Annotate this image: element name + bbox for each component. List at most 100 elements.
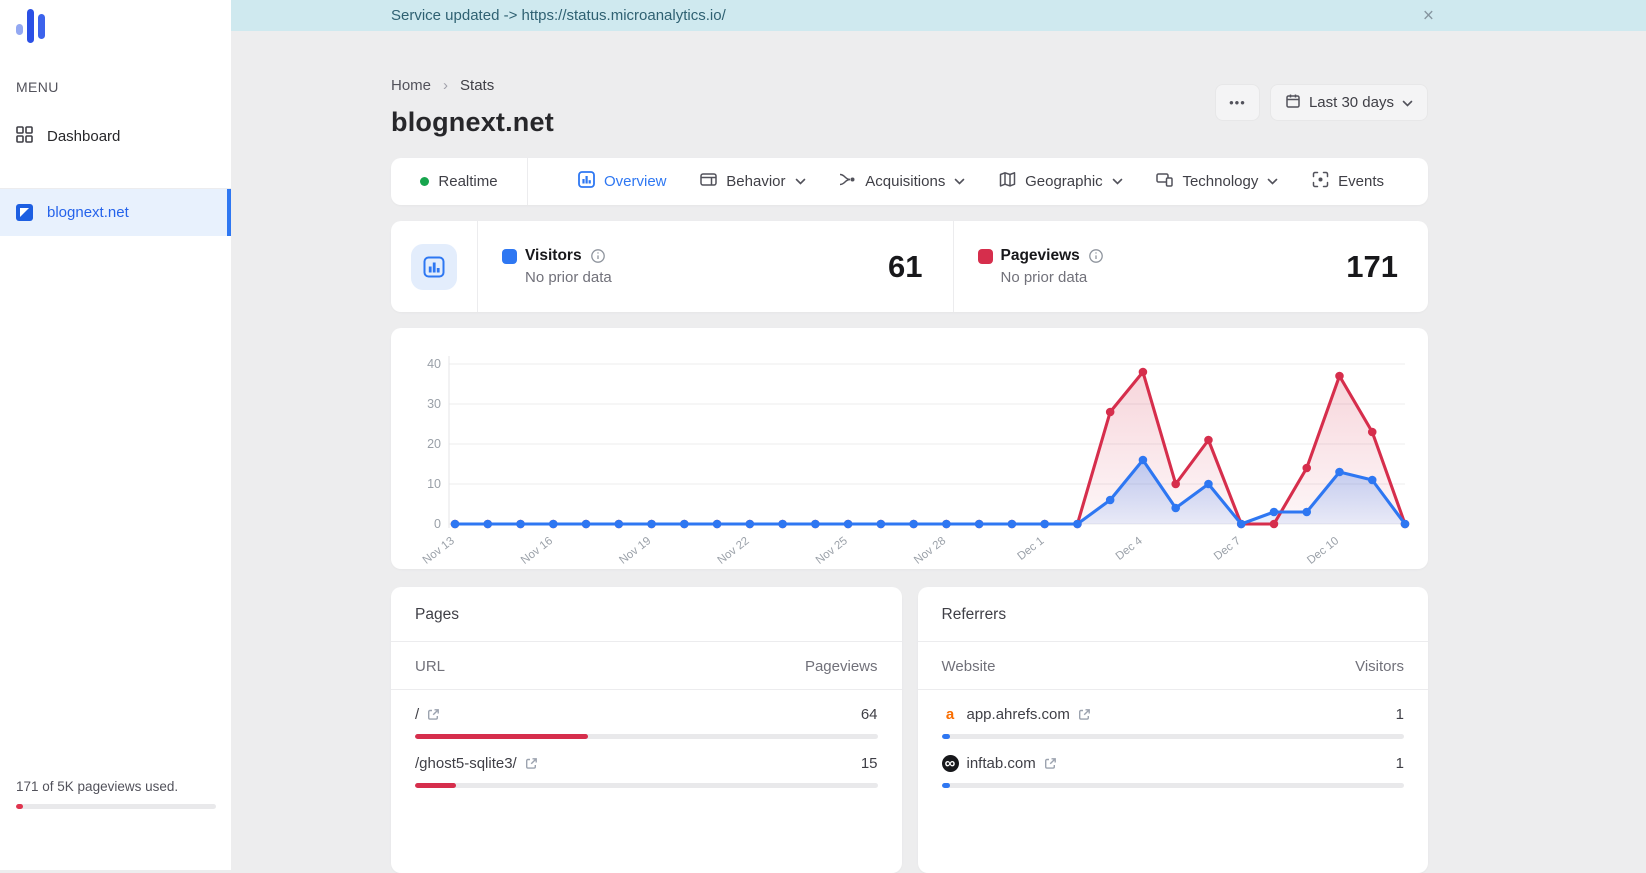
referrer-link[interactable]: app.ahrefs.com [967,706,1070,723]
sidebar-item-dashboard[interactable]: Dashboard [0,116,231,156]
stats-icon-cell [391,221,477,312]
detail-tables: Pages URL Pageviews / 64 /ghost5-sqlite3… [391,587,1428,873]
referrer-visitors-value: 1 [1396,706,1404,723]
acquisitions-branch-icon [839,171,856,192]
notification-banner: Service updated -> https://status.microa… [231,0,1646,31]
breadcrumb-separator-icon: › [443,77,448,94]
svg-text:Nov 22: Nov 22 [716,535,752,564]
svg-text:Dec 1: Dec 1 [1015,535,1046,563]
breadcrumb-home[interactable]: Home [391,77,431,94]
chevron-down-icon [1112,178,1123,185]
svg-text:Nov 13: Nov 13 [421,535,457,564]
events-scan-icon [1312,171,1329,192]
svg-text:Nov 25: Nov 25 [814,535,850,564]
tab-realtime[interactable]: Realtime [391,158,528,205]
sidebar-item-blognext[interactable]: blognext.net [0,189,231,236]
table-row: /ghost5-sqlite3/ 15 [391,739,902,788]
visitors-value: 61 [888,249,922,285]
pageviews-value: 171 [1346,249,1398,285]
traffic-line-chart[interactable]: 0 10 20 30 40 Nov 13 Nov 16 Nov 19 Nov 22 Nov 25 N… [403,342,1418,569]
chevron-down-icon [795,178,806,185]
visitors-label: Visitors [525,247,582,265]
page-pageviews-value: 64 [861,706,878,723]
sidebar-item-label: blognext.net [47,204,129,221]
table-row: ∞ inftab.com 1 [918,739,1429,788]
svg-text:Dec 7: Dec 7 [1212,535,1243,563]
external-link-icon [1044,757,1057,770]
technology-devices-icon [1156,171,1173,192]
pageviews-swatch [978,249,993,264]
external-link-icon [1078,708,1091,721]
behavior-window-icon [700,171,717,192]
sidebar-menu-label: MENU [16,79,59,95]
sidebar-item-label: Dashboard [47,128,120,145]
referrer-link[interactable]: inftab.com [967,755,1036,772]
svg-text:0: 0 [434,517,441,531]
referrer-bar-fill [942,783,950,788]
pageviews-stat: Pageviews No prior data 171 [954,221,1429,312]
banner-message: Service updated -> https://status.microa… [391,0,726,31]
pages-col-url: URL [415,658,445,675]
tab-acquisitions[interactable]: Acquisitions [839,171,965,192]
svg-text:10: 10 [427,477,441,491]
pages-card: Pages URL Pageviews / 64 /ghost5-sqlite3… [391,587,902,873]
visitors-swatch [502,249,517,264]
overview-chart-icon [578,171,595,192]
tab-events[interactable]: Events [1312,171,1384,192]
svg-text:Dec 10: Dec 10 [1305,535,1341,564]
page-bar-fill [415,783,456,788]
page-url-link[interactable]: /ghost5-sqlite3/ [415,755,517,772]
main-content: Home › Stats blognext.net ••• Last 30 da… [391,31,1428,873]
svg-text:Dec 4: Dec 4 [1114,535,1146,563]
svg-text:Nov 28: Nov 28 [912,535,948,564]
toolbar: ••• Last 30 days [1215,84,1428,121]
info-icon[interactable] [1088,248,1104,264]
pages-col-pageviews: Pageviews [805,658,878,675]
tab-technology[interactable]: Technology [1156,171,1278,192]
pages-title: Pages [391,587,902,642]
visitors-note: No prior data [525,269,612,286]
tabs-bar: Realtime Overview Behavior Acquisit [391,158,1428,205]
info-icon[interactable] [590,248,606,264]
usage-text: 171 of 5K pageviews used. [16,779,216,794]
banner-close-icon[interactable]: × [1423,6,1434,25]
referrer-bar-track [942,783,1405,788]
page-url-link[interactable]: / [415,706,419,723]
date-range-button[interactable]: Last 30 days [1270,84,1428,121]
calendar-icon [1285,93,1301,113]
svg-text:Nov 19: Nov 19 [617,535,653,564]
svg-text:30: 30 [427,397,441,411]
chevron-down-icon [1267,178,1278,185]
ahrefs-favicon-icon: a [942,706,959,723]
chevron-down-icon [954,178,965,185]
realtime-dot-icon [420,177,429,186]
referrers-col-visitors: Visitors [1355,658,1404,675]
table-row: / 64 [391,690,902,739]
pageviews-label: Pageviews [1001,247,1080,265]
date-range-label: Last 30 days [1309,94,1394,111]
tab-geographic[interactable]: Geographic [999,171,1123,192]
bar-chart-icon [411,244,457,290]
more-options-button[interactable]: ••• [1215,84,1260,121]
svg-text:20: 20 [427,437,441,451]
usage-progress-track [16,804,216,809]
tab-overview[interactable]: Overview [578,171,667,192]
svg-text:Nov 16: Nov 16 [519,535,555,564]
referrers-title: Referrers [918,587,1429,642]
svg-text:40: 40 [427,357,441,371]
external-link-icon [427,708,440,721]
sidebar: MENU Dashboard blognext.net 171 of 5K pa… [0,0,231,870]
inftab-favicon-icon: ∞ [942,755,959,772]
traffic-chart-card: 0 10 20 30 40 Nov 13 Nov 16 Nov 19 Nov 22 Nov 25 N… [391,328,1428,569]
referrers-col-website: Website [942,658,996,675]
referrers-card: Referrers Website Visitors a app.ahrefs.… [918,587,1429,873]
geographic-map-icon [999,171,1016,192]
tab-behavior[interactable]: Behavior [700,171,805,192]
stats-summary-card: Visitors No prior data 61 Pageviews No p… [391,221,1428,312]
usage-progress-fill [16,804,23,809]
table-row: a app.ahrefs.com 1 [918,690,1429,739]
usage-meter: 171 of 5K pageviews used. [16,779,216,809]
dashboard-grid-icon [16,126,33,147]
page-pageviews-value: 15 [861,755,878,772]
app-logo-icon[interactable] [16,8,50,52]
